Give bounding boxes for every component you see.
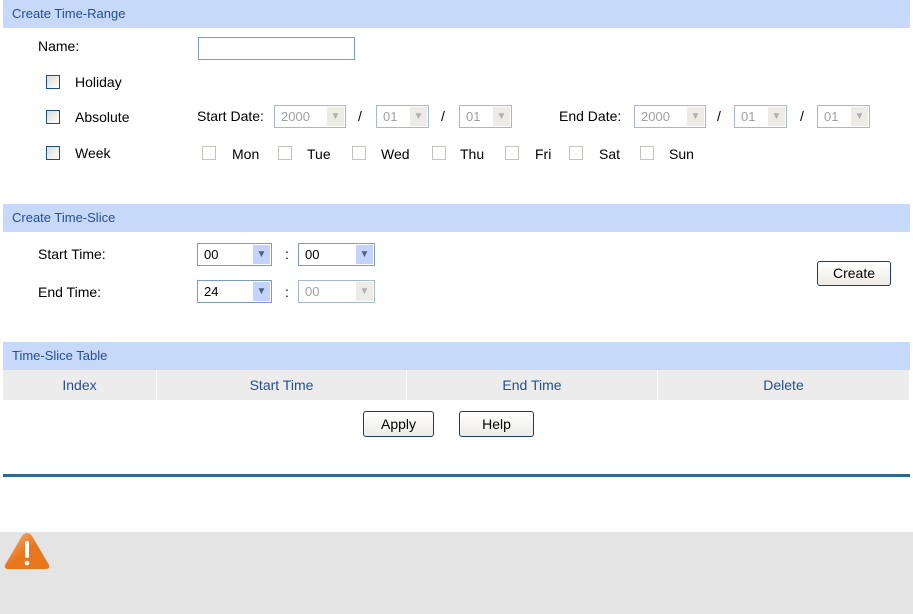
date-separator: / <box>441 108 445 124</box>
absolute-checkbox[interactable] <box>46 110 60 124</box>
sun-label: Sun <box>669 146 694 162</box>
date-separator: / <box>800 108 804 124</box>
chevron-down-icon: ▼ <box>493 107 510 126</box>
start-time-label: Start Time: <box>38 246 106 262</box>
end-hour-select[interactable]: 24 ▼ <box>197 280 272 303</box>
warning-icon <box>4 533 50 569</box>
start-day-select[interactable]: 01 ▼ <box>459 105 512 128</box>
column-header-start-time: Start Time <box>157 370 407 400</box>
fri-checkbox[interactable] <box>505 146 519 160</box>
apply-button[interactable]: Apply <box>363 411 434 437</box>
end-year-value: 2000 <box>641 109 670 124</box>
chevron-down-icon: ▼ <box>410 107 427 126</box>
create-time-range-header: Create Time-Range <box>3 0 910 28</box>
chevron-down-icon: ▼ <box>851 107 868 126</box>
start-minute-value: 00 <box>305 247 320 262</box>
end-time-label: End Time: <box>38 284 102 300</box>
time-colon: : <box>285 284 289 300</box>
absolute-label: Absolute <box>75 109 130 125</box>
start-year-value: 2000 <box>281 109 310 124</box>
chevron-down-icon: ▼ <box>356 282 373 301</box>
chevron-down-icon: ▼ <box>253 282 270 301</box>
end-day-value: 01 <box>824 109 839 124</box>
end-minute-value: 00 <box>305 284 320 299</box>
start-year-select[interactable]: 2000 ▼ <box>274 105 346 128</box>
end-month-select[interactable]: 01 ▼ <box>734 105 787 128</box>
end-date-label: End Date: <box>559 108 622 124</box>
name-input[interactable] <box>198 37 355 60</box>
end-month-value: 01 <box>741 109 756 124</box>
column-header-index: Index <box>3 370 157 400</box>
name-label: Name: <box>38 38 80 54</box>
note-panel <box>0 532 913 614</box>
chevron-down-icon: ▼ <box>253 245 270 264</box>
time-colon: : <box>285 246 289 262</box>
wed-checkbox[interactable] <box>352 146 366 160</box>
date-separator: / <box>717 108 721 124</box>
chevron-down-icon: ▼ <box>327 107 344 126</box>
tue-label: Tue <box>307 146 331 162</box>
divider <box>3 474 910 477</box>
fri-label: Fri <box>535 146 552 162</box>
week-checkbox[interactable] <box>46 146 60 160</box>
start-hour-value: 00 <box>204 247 219 262</box>
sun-checkbox[interactable] <box>640 146 654 160</box>
column-header-delete: Delete <box>658 370 910 400</box>
mon-checkbox[interactable] <box>202 146 216 160</box>
sat-label: Sat <box>599 146 621 162</box>
holiday-label: Holiday <box>75 74 122 90</box>
start-day-value: 01 <box>466 109 481 124</box>
end-day-select[interactable]: 01 ▼ <box>817 105 870 128</box>
holiday-checkbox[interactable] <box>46 75 60 89</box>
wed-label: Wed <box>381 146 410 162</box>
create-button[interactable]: Create <box>817 261 891 286</box>
help-button[interactable]: Help <box>459 411 534 437</box>
thu-checkbox[interactable] <box>432 146 446 160</box>
sat-checkbox[interactable] <box>569 146 583 160</box>
start-date-label: Start Date: <box>197 108 264 124</box>
start-minute-select[interactable]: 00 ▼ <box>298 243 375 266</box>
chevron-down-icon: ▼ <box>356 245 373 264</box>
end-minute-select[interactable]: 00 ▼ <box>298 280 375 303</box>
week-label: Week <box>75 145 111 161</box>
mon-label: Mon <box>232 146 260 162</box>
start-month-select[interactable]: 01 ▼ <box>376 105 429 128</box>
start-hour-select[interactable]: 00 ▼ <box>197 243 272 266</box>
end-hour-value: 24 <box>204 284 219 299</box>
tue-checkbox[interactable] <box>278 146 292 160</box>
time-slice-table-header: Time-Slice Table <box>3 342 910 370</box>
thu-label: Thu <box>460 146 485 162</box>
start-month-value: 01 <box>383 109 398 124</box>
end-year-select[interactable]: 2000 ▼ <box>634 105 706 128</box>
column-header-end-time: End Time <box>407 370 658 400</box>
chevron-down-icon: ▼ <box>768 107 785 126</box>
chevron-down-icon: ▼ <box>687 107 704 126</box>
date-separator: / <box>358 108 362 124</box>
create-time-slice-header: Create Time-Slice <box>3 204 910 232</box>
